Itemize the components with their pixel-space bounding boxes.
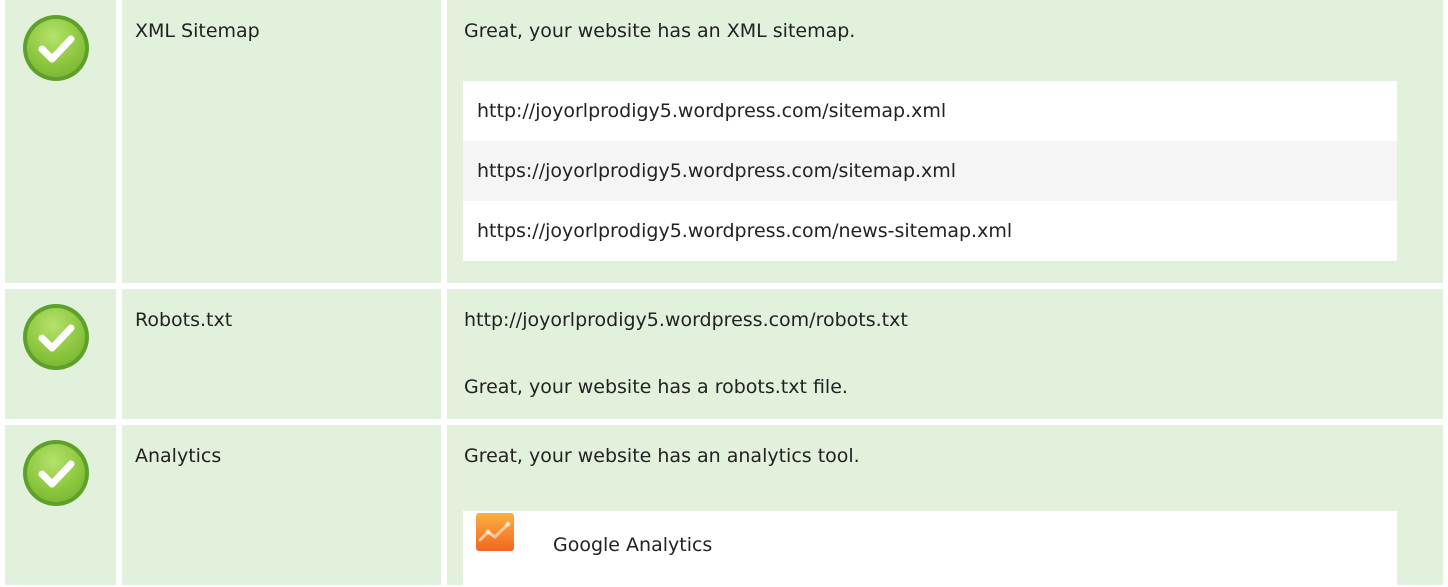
label-cell: XML Sitemap (122, 0, 441, 283)
content-cell: Great, your website has an XML sitemap. … (447, 0, 1443, 283)
content-cell: http://joyorlprodigy5.wordpress.com/robo… (447, 289, 1443, 419)
label-cell: Analytics (122, 425, 441, 585)
status-message: Great, your website has a robots.txt fil… (464, 376, 848, 398)
check-label: Robots.txt (135, 309, 233, 331)
sitemap-url: https://joyorlprodigy5.wordpress.com/sit… (463, 141, 1397, 201)
check-label: Analytics (135, 445, 222, 467)
status-cell (5, 425, 116, 585)
check-row-xml-sitemap: XML Sitemap Great, your website has an X… (0, 0, 1448, 283)
check-row-robots-txt: Robots.txt http://joyorlprodigy5.wordpre… (0, 289, 1448, 419)
sitemap-url: http://joyorlprodigy5.wordpress.com/site… (477, 100, 947, 122)
status-message: Great, your website has an analytics too… (464, 445, 860, 467)
check-circle-icon (23, 304, 89, 370)
google-analytics-icon (476, 513, 514, 551)
status-message: Great, your website has an XML sitemap. (464, 20, 856, 42)
analytics-tools-list: Google Analytics (463, 511, 1397, 585)
sitemap-list: http://joyorlprodigy5.wordpress.com/site… (463, 81, 1397, 261)
status-cell (5, 0, 116, 283)
seo-checks-table: XML Sitemap Great, your website has an X… (0, 0, 1448, 585)
analytics-tool-item: Google Analytics (463, 511, 1397, 587)
check-label: XML Sitemap (135, 20, 260, 42)
check-row-analytics: Analytics Great, your website has an ana… (0, 425, 1448, 585)
status-cell (5, 289, 116, 419)
sitemap-url: https://joyorlprodigy5.wordpress.com/new… (477, 220, 1013, 242)
content-cell: Great, your website has an analytics too… (447, 425, 1443, 585)
check-circle-icon (23, 15, 89, 81)
robots-url: http://joyorlprodigy5.wordpress.com/robo… (464, 309, 908, 331)
analytics-tool-name: Google Analytics (553, 534, 713, 556)
check-circle-icon (23, 440, 89, 506)
label-cell: Robots.txt (122, 289, 441, 419)
